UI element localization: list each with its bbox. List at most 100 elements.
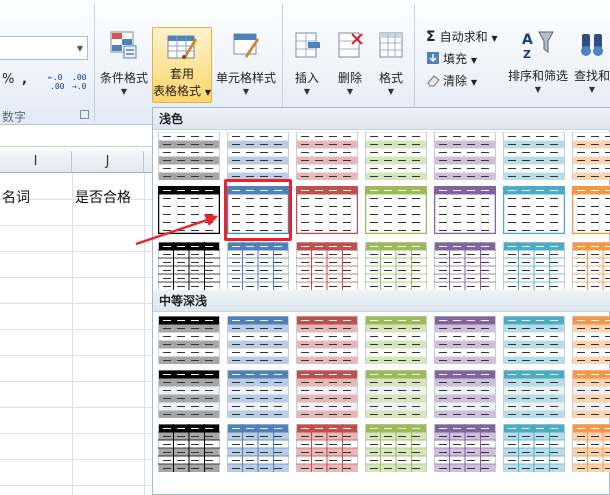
- insert-cells-icon: [295, 32, 320, 58]
- chevron-down-icon: ▼: [242, 87, 250, 96]
- decrease-decimal-icon: .00 →.0: [72, 73, 87, 91]
- table-style-tile-light-c-7[interactable]: [572, 242, 610, 290]
- table-style-tile-med-c-6[interactable]: [503, 424, 565, 472]
- delete-label: 删除: [337, 71, 362, 85]
- red-pointer-arrow-icon: [135, 214, 218, 246]
- table-style-tile-light-a-3[interactable]: [296, 132, 358, 180]
- format-as-table-icon: [167, 35, 197, 59]
- sort-filter-label: 排序和筛选: [507, 69, 568, 83]
- svg-text:.00: .00: [50, 82, 65, 91]
- table-style-tile-light-a-4[interactable]: [365, 132, 427, 180]
- chevron-down-icon: ▼: [76, 44, 83, 53]
- delete-cells-icon: [338, 32, 363, 58]
- chevron-down-icon: ▼: [588, 85, 596, 94]
- chevron-down-icon: ▼: [346, 87, 354, 96]
- table-style-tile-light-b-4[interactable]: [365, 186, 427, 234]
- selected-style-highlight: [224, 179, 292, 241]
- gridline: [72, 173, 73, 495]
- autosum-button[interactable]: Σ 自动求和 ▼: [426, 28, 498, 46]
- cell-j1[interactable]: 是否合格: [75, 185, 131, 211]
- column-header-j[interactable]: J: [72, 151, 144, 173]
- column-headers: I J: [0, 151, 152, 173]
- group-divider: [94, 4, 95, 122]
- table-style-tile-light-c-6[interactable]: [503, 242, 565, 290]
- table-style-tile-light-a-1[interactable]: [158, 132, 220, 180]
- table-style-tile-med-b-6[interactable]: [503, 370, 565, 418]
- table-style-tile-light-c-3[interactable]: [296, 242, 358, 290]
- dialog-launcher-icon[interactable]: [80, 110, 89, 119]
- chevron-down-icon: ▼: [470, 78, 477, 87]
- number-format-dropdown[interactable]: ▼: [0, 36, 88, 60]
- table-style-tile-light-b-6[interactable]: [503, 186, 565, 234]
- find-select-button[interactable]: 查找和 ▼: [572, 28, 610, 94]
- sort-filter-button[interactable]: A Z 排序和筛选 ▼: [505, 28, 571, 94]
- eraser-icon: [426, 73, 440, 87]
- table-style-tile-med-a-1[interactable]: [158, 316, 220, 364]
- table-style-tile-med-a-6[interactable]: [503, 316, 565, 364]
- table-style-tile-med-a-2[interactable]: [227, 316, 289, 364]
- table-style-tile-light-a-7[interactable]: [572, 132, 610, 180]
- table-style-tile-med-a-4[interactable]: [365, 316, 427, 364]
- format-cells-icon: [379, 32, 403, 58]
- binoculars-icon: [581, 34, 603, 56]
- cell-styles-button[interactable]: 单元格样式 ▼: [214, 30, 278, 96]
- group-divider: [414, 4, 415, 122]
- chevron-down-icon: ▼: [470, 56, 477, 65]
- table-style-tile-med-b-4[interactable]: [365, 370, 427, 418]
- table-style-tile-light-b-5[interactable]: [434, 186, 496, 234]
- fill-button[interactable]: 填充 ▼: [426, 50, 477, 68]
- table-style-tile-light-a-6[interactable]: [503, 132, 565, 180]
- table-style-tile-med-b-1[interactable]: [158, 370, 220, 418]
- clear-button[interactable]: 清除 ▼: [426, 72, 477, 90]
- table-style-tile-med-b-7[interactable]: [572, 370, 610, 418]
- table-style-tile-med-c-2[interactable]: [227, 424, 289, 472]
- column-header-i[interactable]: I: [0, 151, 72, 173]
- format-cells-button[interactable]: 格式 ▼: [372, 30, 410, 96]
- table-style-tile-light-c-4[interactable]: [365, 242, 427, 290]
- cell-i1[interactable]: 名词: [2, 185, 30, 211]
- delete-cells-button[interactable]: 删除 ▼: [330, 30, 370, 96]
- table-style-tile-light-b-3[interactable]: [296, 186, 358, 234]
- table-style-tile-med-b-3[interactable]: [296, 370, 358, 418]
- format-as-table-button[interactable]: 套用 表格格式 ▼: [152, 27, 212, 103]
- table-style-tile-light-a-2[interactable]: [227, 132, 289, 180]
- insert-cells-button[interactable]: 插入 ▼: [286, 30, 328, 96]
- section-header-light: 浅色: [153, 108, 610, 130]
- chevron-down-icon: ▼: [204, 88, 211, 97]
- increase-decimal-button[interactable]: ←.0 .00: [48, 72, 70, 92]
- table-style-tile-light-b-7[interactable]: [572, 186, 610, 234]
- svg-text:←.0: ←.0: [48, 73, 63, 82]
- comma-style-button[interactable]: ,: [22, 72, 27, 87]
- format-as-table-label-line2: 表格格式 ▼: [153, 82, 211, 99]
- table-style-tile-med-c-4[interactable]: [365, 424, 427, 472]
- conditional-format-button[interactable]: 条件格式 ▼: [98, 30, 150, 96]
- table-style-tile-med-c-7[interactable]: [572, 424, 610, 472]
- number-group-label: 数字: [2, 110, 27, 124]
- clear-label: 清除: [443, 74, 468, 88]
- table-style-tile-med-a-5[interactable]: [434, 316, 496, 364]
- format-label: 格式: [378, 71, 403, 85]
- table-style-tile-med-b-2[interactable]: [227, 370, 289, 418]
- table-style-tile-med-c-5[interactable]: [434, 424, 496, 472]
- table-style-gallery: 浅色 中等深浅: [152, 107, 610, 495]
- gridline: [0, 355, 152, 356]
- chevron-down-icon: ▼: [534, 85, 542, 94]
- table-style-tile-med-b-5[interactable]: [434, 370, 496, 418]
- gridline: [0, 225, 152, 226]
- table-style-tile-light-c-5[interactable]: [434, 242, 496, 290]
- autosum-label: 自动求和: [439, 30, 488, 44]
- table-style-tile-med-a-7[interactable]: [572, 316, 610, 364]
- gridline: [0, 303, 152, 304]
- table-style-tile-med-c-1[interactable]: [158, 424, 220, 472]
- table-style-tile-light-c-2[interactable]: [227, 242, 289, 290]
- chevron-down-icon: ▼: [120, 87, 128, 96]
- formula-bar[interactable]: [0, 125, 152, 147]
- table-style-tile-light-a-5[interactable]: [434, 132, 496, 180]
- table-style-tile-med-a-3[interactable]: [296, 316, 358, 364]
- insert-label: 插入: [294, 71, 319, 85]
- gridline: [0, 459, 152, 460]
- gridline: [0, 277, 152, 278]
- decrease-decimal-button[interactable]: .00 →.0: [72, 72, 94, 92]
- percent-style-button[interactable]: %: [2, 72, 14, 87]
- table-style-tile-med-c-3[interactable]: [296, 424, 358, 472]
